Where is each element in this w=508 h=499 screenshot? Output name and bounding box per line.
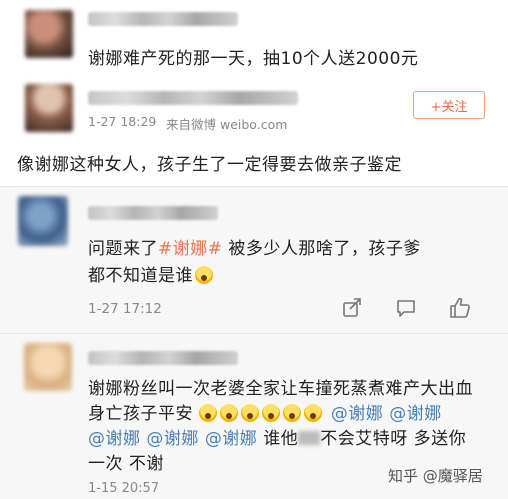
- mention-link[interactable]: @谢娜: [88, 429, 141, 449]
- scream-emoji-icon: [219, 404, 238, 422]
- comment-icon[interactable]: [395, 297, 417, 319]
- comment-source[interactable]: 来自微博 weibo.com: [166, 114, 287, 133]
- mention-link[interactable]: @谢娜: [146, 429, 199, 449]
- scream-emoji-icon: [240, 404, 259, 422]
- comment-text-segment: 不会艾特呀 多送你: [320, 429, 467, 449]
- comment-timestamp: 1-27 17:12: [88, 301, 162, 317]
- username-blurred[interactable]: [88, 206, 218, 220]
- post-text: 谢娜难产死的那一天，抽10个人送2000元: [88, 49, 419, 69]
- weibo-comments-screenshot: { "post": { "text": "谢娜难产死的那一天，抽10个人送200…: [0, 0, 508, 499]
- comment-text-line: 谢娜粉丝叫一次老婆全家让车撞死蒸煮难产大出血: [88, 379, 473, 399]
- post-card: 谢娜难产死的那一天，抽10个人送2000元 1-27 18:29 来自微博 we…: [0, 0, 508, 186]
- comment-text: 像谢娜这种女人，孩子生了一定得要去做亲子鉴定: [17, 155, 402, 175]
- mention-link[interactable]: @谢娜: [389, 404, 442, 424]
- avatar[interactable]: [25, 84, 73, 132]
- comment-timestamp: 1-27 18:29: [88, 114, 157, 129]
- divider: [0, 186, 508, 187]
- mention-link[interactable]: @谢娜: [205, 429, 258, 449]
- avatar[interactable]: [25, 10, 73, 58]
- comment-text-line: 身亡孩子平安 @谢娜 @谢娜: [88, 399, 442, 424]
- share-icon[interactable]: [341, 297, 363, 319]
- comment-text-segment: 被多少人那啥了，孩子爹: [228, 239, 421, 259]
- scream-emoji-icon: [282, 404, 301, 422]
- comment-text-line: @谢娜 @谢娜 @谢娜 谁他 不会艾特呀 多送你: [88, 424, 466, 449]
- divider: [0, 333, 508, 334]
- comment-timestamp: 1-15 20:57: [88, 481, 160, 496]
- hashtag-link[interactable]: #谢娜#: [158, 239, 223, 259]
- comment-text-line: 一次 不谢: [88, 454, 164, 474]
- scream-emoji-icon: [198, 404, 217, 422]
- username-blurred[interactable]: [88, 351, 238, 365]
- comment-text-line: 问题来了#谢娜# 被多少人那啥了，孩子爹: [88, 234, 421, 259]
- comment-text-segment: 都不知道是谁: [88, 266, 193, 286]
- comment-text-segment: 身亡孩子平安: [88, 404, 193, 424]
- comment-text-segment: 谁他: [263, 429, 299, 449]
- comment-text-segment: 问题来了: [88, 239, 158, 259]
- follow-button[interactable]: +关注: [413, 91, 485, 119]
- mention-link[interactable]: @谢娜: [331, 404, 384, 424]
- username-blurred[interactable]: [88, 91, 298, 105]
- comment-text-line: 都不知道是谁: [88, 261, 216, 286]
- avatar[interactable]: [24, 343, 72, 391]
- scream-emoji-icon: [303, 404, 322, 422]
- username-blurred[interactable]: [88, 12, 238, 26]
- like-icon[interactable]: [448, 296, 472, 320]
- avatar[interactable]: [18, 196, 68, 246]
- crying-emoji-icon: [195, 266, 213, 284]
- watermark: 知乎 @魔驿居: [388, 467, 483, 485]
- redacted-blur: [298, 431, 321, 445]
- scream-emoji-icon: [261, 404, 280, 422]
